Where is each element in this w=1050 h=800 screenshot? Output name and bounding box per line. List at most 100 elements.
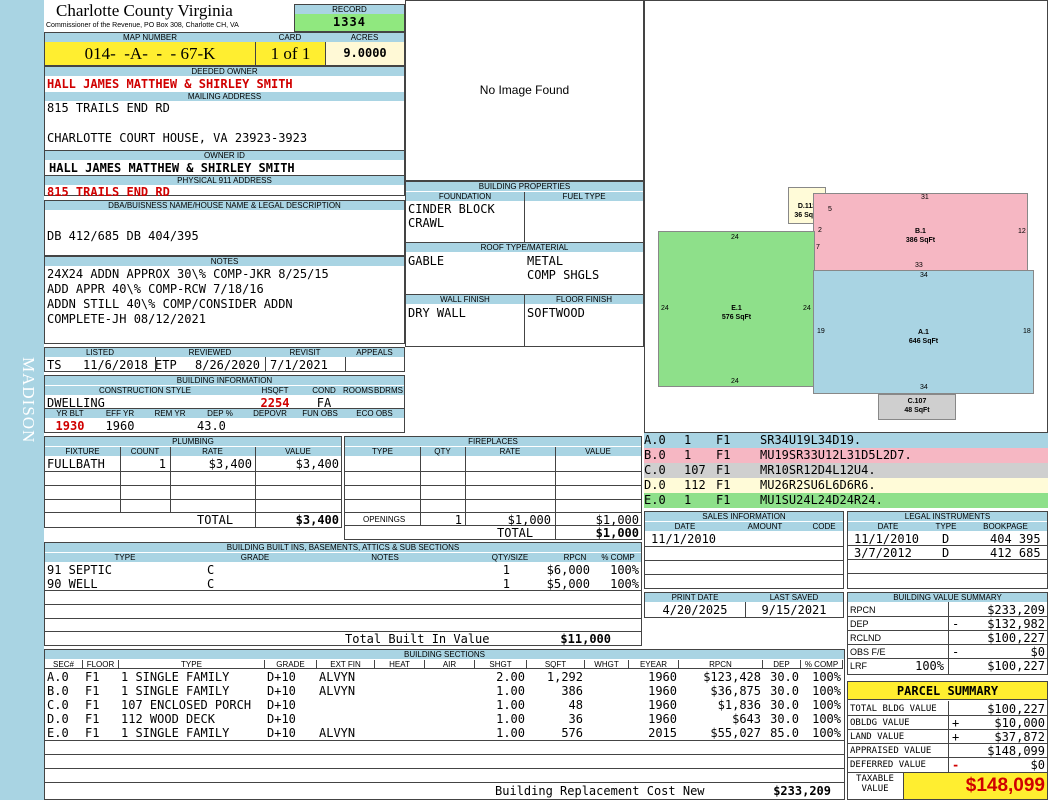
bvs-rpcn: $233,209 <box>987 603 1045 617</box>
land-value: $37,872 <box>994 730 1045 744</box>
sketch-area-b: B.1 386 SqFt <box>813 193 1028 271</box>
map-number-block: MAP NUMBER CARD ACRES 014- -A- - - 67-K … <box>44 32 405 66</box>
depovr-label: DEPOVR <box>245 409 295 418</box>
physical-address-label: PHYSICAL 911 ADDRESS <box>45 176 404 185</box>
sections-header: RPCN <box>679 660 763 669</box>
dim-label: 7 <box>816 244 820 251</box>
bi-rpcn: $5,000 <box>546 577 590 591</box>
note-line: ADD APPR 40\% COMP-RCW 7/18/16 <box>47 282 264 296</box>
taxable-label-line: VALUE <box>861 784 889 794</box>
section-dep: 85.0 <box>770 726 799 740</box>
section-sec: B.0 <box>47 684 69 698</box>
deeded-owner-label: DEEDED OWNER <box>45 67 404 76</box>
sections-header: SHGT <box>475 660 527 669</box>
vector-b: 1 <box>684 493 692 507</box>
yr-blt-value: 1930 <box>55 419 85 433</box>
section-dep: 30.0 <box>770 698 799 712</box>
bvs-rclnd: $100,227 <box>987 631 1045 645</box>
construction-style-label: CONSTRUCTION STYLE <box>45 386 245 395</box>
section-sec: D.0 <box>47 712 69 726</box>
card-value: 1 of 1 <box>255 42 325 65</box>
photo-frame: No Image Found <box>405 0 644 181</box>
reviewed-label: REVIEWED <box>155 348 265 357</box>
reviewed-date: 8/26/2020 <box>195 358 261 372</box>
section-type: 107 ENCLOSED PORCH <box>121 698 252 712</box>
vector-b: 1 <box>684 448 692 462</box>
taxable-label-line: TAXABLE <box>856 774 894 784</box>
bi-type-label: TYPE <box>45 553 205 562</box>
dim-label: 12 <box>1018 228 1026 235</box>
openings-rate: $1,000 <box>507 513 551 527</box>
sections-header: % COMP <box>801 660 843 669</box>
section-sqft: 48 <box>568 698 583 712</box>
openings-value: $1,000 <box>595 513 639 527</box>
section-grade: D+10 <box>267 684 296 698</box>
floor-finish-value: SOFTWOOD <box>527 306 585 320</box>
sketch-label: C.107 <box>907 398 927 405</box>
record-label: RECORD <box>295 5 404 14</box>
print-date-label: PRINT DATE <box>645 593 745 602</box>
sketch-label: A.1 <box>918 329 929 336</box>
dim-label: 34 <box>920 272 928 279</box>
sketch-frame: D.112 36 SqFt B.1 386 SqFt E.1 576 SqFt A.1… <box>644 0 1048 433</box>
fun-obs-label: FUN OBS <box>295 409 345 418</box>
vector-c: F1 <box>716 433 731 447</box>
section-type: 112 WOOD DECK <box>121 712 215 726</box>
bdrms-label: BDRMS <box>373 386 404 395</box>
record-value: 1334 <box>295 14 404 31</box>
vector-c: F1 <box>716 493 731 507</box>
land-label: LAND VALUE <box>850 732 905 742</box>
reviewed-by: ETP <box>155 358 177 372</box>
section-type: 1 SINGLE FAMILY <box>121 684 230 698</box>
record-box: RECORD 1334 <box>294 4 405 32</box>
section-floor: F1 <box>85 698 100 712</box>
fireplaces-label: FIREPLACES <box>345 437 641 446</box>
vector-a: B.0 <box>644 448 666 462</box>
sales-code-label: CODE <box>805 522 843 531</box>
bi-grade: C <box>207 577 215 591</box>
vector-d: MU19SR33U12L31D5L2D7. <box>760 448 912 462</box>
obldg-value: $10,000 <box>994 716 1045 730</box>
bvs-rclnd-label: RCLND <box>850 633 882 643</box>
openings-qty: 1 <box>454 513 462 527</box>
bi-type: 91 SEPTIC <box>47 563 113 577</box>
foundation-value: CRAWL <box>408 216 445 230</box>
vector-row: E.0 1 F1 MU1SU24L24D24R24. <box>644 493 1048 508</box>
section-rpcn: $643 <box>732 712 761 726</box>
bi-rpcn: $6,000 <box>546 563 590 577</box>
building-properties: BUILDING PROPERTIES FOUNDATION FUEL TYPE… <box>405 181 644 347</box>
section-ext: ALVYN <box>319 726 356 740</box>
sales-date-label: DATE <box>645 522 725 531</box>
parcel-summary-block: PARCEL SUMMARY TOTAL BLDG VALUE $100,227… <box>847 681 1048 800</box>
legal-date: 11/1/2010 <box>854 532 920 546</box>
total-bldg-label: TOTAL BLDG VALUE <box>850 704 937 714</box>
roof-type-value: GABLE <box>408 254 445 268</box>
plumbing-total-label: TOTAL <box>197 513 234 527</box>
mailing-line-2: CHARLOTTE COURT HOUSE, VA 23923-3923 <box>47 131 308 145</box>
listed-label: LISTED <box>45 348 155 357</box>
section-eyear: 1960 <box>648 698 677 712</box>
section-dep: 30.0 <box>770 684 799 698</box>
section-comp: 100% <box>812 670 841 684</box>
fireplace-total-label: TOTAL <box>497 526 534 540</box>
section-eyear: 1960 <box>648 684 677 698</box>
bi-grade-label: GRADE <box>205 553 305 562</box>
yr-blt-label: YR BLT <box>45 409 95 418</box>
county-subtitle: Commissioner of the Revenue, PO Box 308,… <box>46 22 239 29</box>
print-date: 4/20/2025 <box>662 603 728 617</box>
legal-type: D <box>942 532 950 546</box>
sections-header: GRADE <box>265 660 317 669</box>
dba-label: DBA/BUISNESS NAME/HOUSE NAME & LEGAL DES… <box>45 201 404 210</box>
section-shgt: 1.00 <box>496 726 525 740</box>
sections-header: EXT FIN <box>317 660 375 669</box>
section-dep: 30.0 <box>770 712 799 726</box>
total-bldg-value: $100,227 <box>987 702 1045 716</box>
fixture-label: FIXTURE <box>45 447 120 456</box>
sketch-area-a: A.1 646 SqFt <box>813 270 1034 394</box>
dim-label: 18 <box>1023 328 1031 335</box>
revisit-date: 7/1/2021 <box>270 358 328 372</box>
bvs-rpcn-label: RPCN <box>850 605 876 615</box>
floor-finish-label: FLOOR FINISH <box>525 295 643 304</box>
vector-c: F1 <box>716 463 731 477</box>
count-label: COUNT <box>120 447 170 456</box>
